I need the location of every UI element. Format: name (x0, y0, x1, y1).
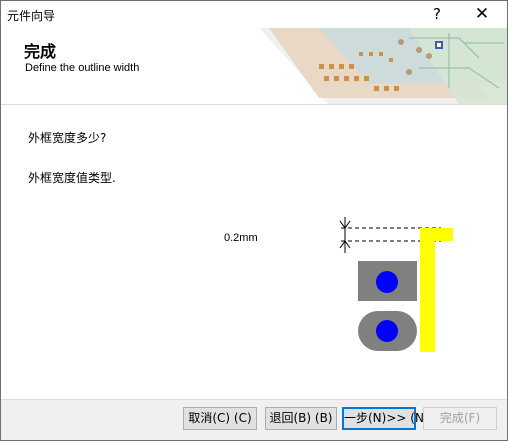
title-bar: 元件向导 ? ✕ (1, 1, 507, 28)
page-subtitle: Define the outline width (25, 62, 140, 74)
outline-width-question: 外框宽度多少? (28, 131, 107, 145)
cancel-button[interactable]: 取消(C) (C) (183, 407, 257, 430)
page-title: 完成 (24, 42, 57, 61)
wizard-header: 完成 Define the outline width (1, 28, 507, 105)
outline-vertical-segment (420, 228, 435, 352)
wizard-body: 外框宽度多少? 外框宽度值类型. 0.2mm (1, 106, 507, 399)
close-icon[interactable]: ✕ (471, 3, 493, 25)
pad-rounded-hole (376, 320, 398, 342)
wizard-window: 元件向导 ? ✕ 完成 Define the outline width 外框宽… (0, 0, 508, 441)
next-button[interactable]: 一步(N)>> (N (342, 407, 424, 430)
window-title: 元件向导 (7, 9, 56, 23)
outline-width-value: 0.2mm (224, 232, 258, 244)
back-button[interactable]: 退回(B) (B) (265, 407, 337, 430)
pad-square-hole (376, 271, 398, 293)
help-icon[interactable]: ? (426, 3, 448, 25)
pcb-banner-image (259, 28, 507, 104)
finish-button[interactable]: 完成(F) (423, 407, 497, 430)
button-bar: 取消(C) (C) 退回(B) (B) 一步(N)>> (N 完成(F) (1, 399, 507, 440)
outline-width-type-question: 外框宽度值类型. (28, 171, 116, 185)
outline-preview-diagram (339, 217, 453, 352)
